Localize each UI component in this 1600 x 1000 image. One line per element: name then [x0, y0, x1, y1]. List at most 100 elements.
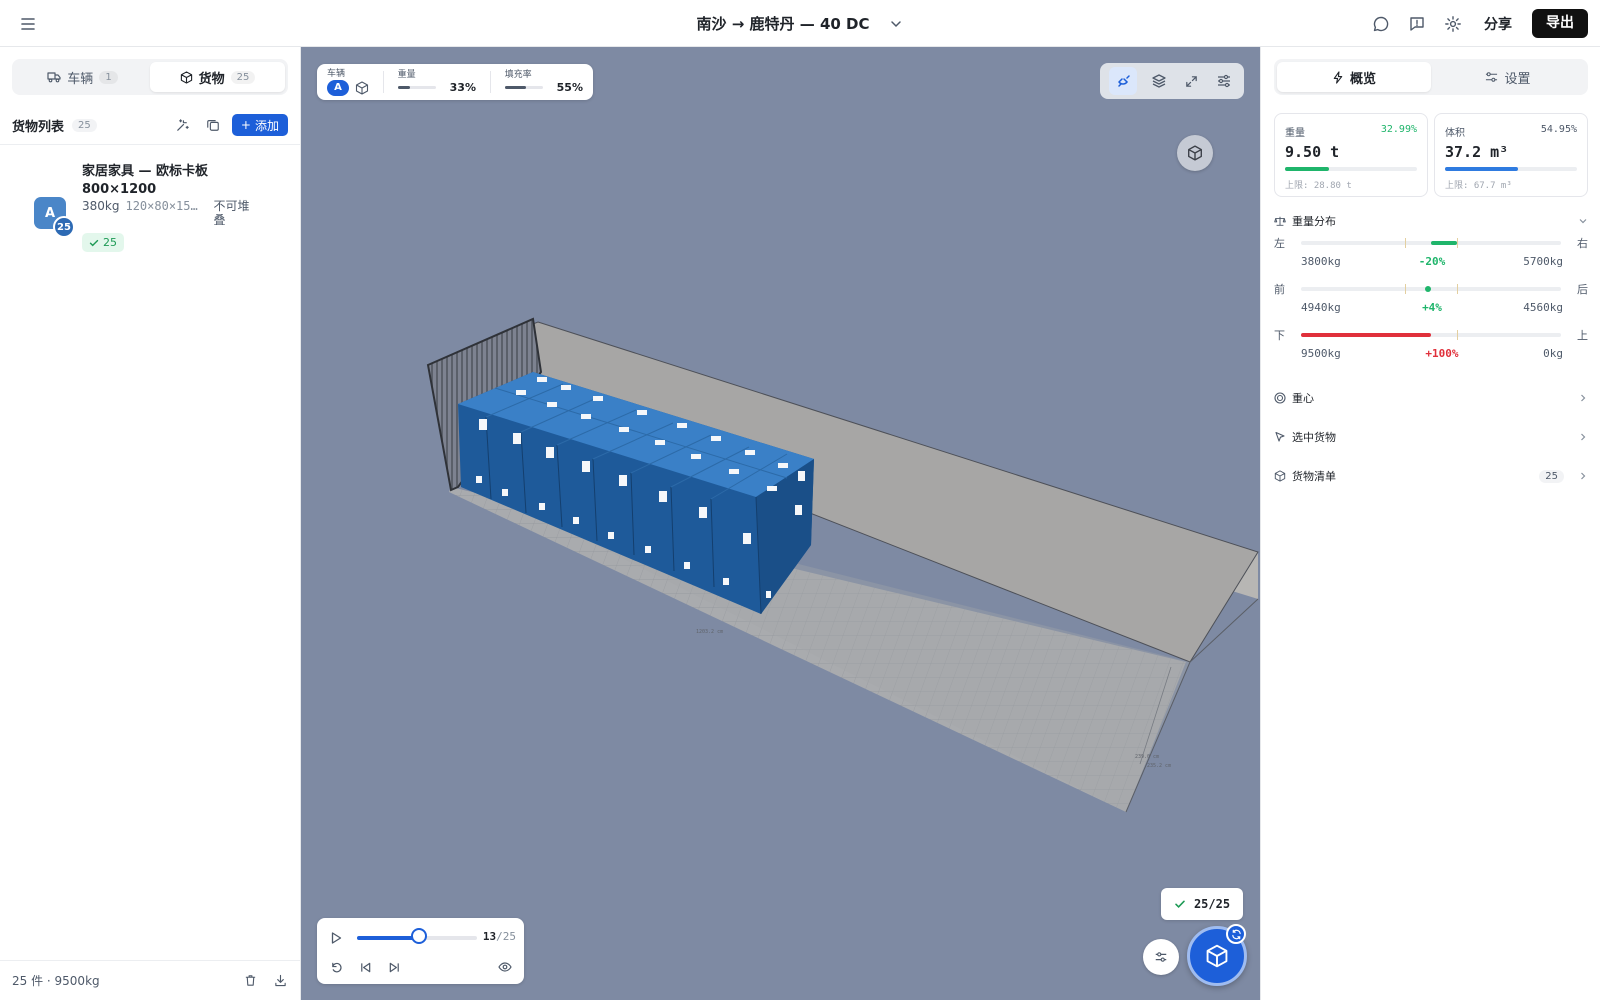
hud-weight-bar — [397, 86, 436, 89]
layers-icon[interactable] — [1148, 70, 1170, 92]
svg-text:239.0 cm: 239.0 cm — [1135, 754, 1159, 760]
slider-handle[interactable] — [411, 928, 428, 944]
tab-cargo[interactable]: 货物 25 — [150, 62, 285, 92]
view-cube-button[interactable] — [1177, 135, 1213, 171]
feedback-icon[interactable] — [1406, 13, 1428, 35]
left-panel: 车辆 1 货物 25 货物列表 25 + 添加 A 25 家居家具 — 欧标卡板… — [0, 47, 301, 1000]
divider — [0, 144, 300, 145]
cursor-icon — [1275, 431, 1285, 442]
tab-overview[interactable]: 概览 — [1277, 62, 1431, 92]
dist-track — [1301, 284, 1561, 294]
cargo-stacking: 不可堆叠 — [213, 199, 250, 227]
sliders-icon[interactable] — [1213, 70, 1235, 92]
tab-settings-label: 设置 — [1504, 71, 1531, 87]
chevron-down-icon[interactable] — [888, 16, 904, 32]
center-tick — [1405, 238, 1406, 248]
tab-cargo-count: 25 — [230, 70, 256, 84]
3d-viewport[interactable]: 1203.2 cm 239.0 cm 235.2 cm 车辆 A 重量 33% … — [301, 47, 1260, 1000]
dist-fill — [1431, 241, 1457, 245]
list-item[interactable]: A 25 家居家具 — 欧标卡板 800×1200 380kg 120×80×1… — [0, 155, 300, 255]
dist-left-value: 4940kg — [1301, 301, 1341, 314]
magic-sort-icon[interactable] — [172, 114, 194, 136]
add-cargo-button[interactable]: + 添加 — [231, 114, 288, 136]
svg-text:1203.2 cm: 1203.2 cm — [696, 629, 723, 635]
cargo-dimensions: 120×80×15… — [125, 199, 198, 213]
quantity-badge: 25 — [53, 216, 75, 238]
center-tick — [1457, 330, 1458, 340]
menu-icon[interactable] — [16, 12, 40, 36]
loaded-badge: 25 — [82, 233, 124, 252]
step-counter: 13/25 — [483, 930, 516, 943]
dist-right-label: 后 — [1577, 283, 1588, 296]
dist-right-label: 上 — [1577, 329, 1588, 342]
cargo-manifest-header[interactable]: 货物清单 25 — [1274, 466, 1588, 486]
sliders-icon — [1155, 952, 1167, 962]
hud-vehicle: 车辆 A — [327, 69, 369, 96]
sliders-icon — [1486, 72, 1498, 82]
eye-icon[interactable] — [494, 956, 516, 978]
cube-icon[interactable] — [355, 80, 369, 95]
project-title[interactable]: 南沙 → 鹿特丹 — 40 DC — [696, 13, 869, 34]
center-of-gravity-header[interactable]: 重心 — [1274, 388, 1588, 408]
dist-values: 9500kg +100% 0kg — [1301, 347, 1563, 360]
filter-button[interactable] — [1143, 939, 1179, 975]
weight-card: 重量 32.99% 9.50 t 上限: 28.80 t — [1274, 113, 1428, 197]
chevron-right-icon — [1581, 472, 1586, 480]
hud-divider — [490, 71, 491, 93]
refresh-icon[interactable] — [1226, 924, 1246, 944]
weight-card-bar — [1285, 167, 1417, 171]
left-tabs: 车辆 1 货物 25 — [12, 59, 288, 95]
loaded-count: 25 — [103, 236, 117, 249]
gear-icon[interactable] — [1442, 13, 1464, 35]
play-icon[interactable] — [325, 927, 347, 949]
dist-delta: -20% — [1418, 255, 1446, 268]
volume-card-bar — [1445, 167, 1577, 171]
top-actions: 分享 导出 — [1370, 9, 1588, 38]
truck-icon — [47, 72, 61, 83]
loaded-status: 25/25 — [1161, 888, 1243, 920]
tab-vehicles[interactable]: 车辆 1 — [15, 62, 150, 92]
download-icon[interactable] — [272, 973, 288, 989]
dist-right-value: 4560kg — [1523, 301, 1563, 314]
lightning-icon — [1333, 70, 1343, 84]
dist-values: 4940kg +4% 4560kg — [1301, 301, 1563, 314]
export-button[interactable]: 导出 — [1532, 9, 1588, 38]
vehicle-badge[interactable]: A — [327, 79, 349, 96]
share-button[interactable]: 分享 — [1478, 10, 1518, 38]
dist-marker — [1425, 286, 1431, 292]
reset-icon[interactable] — [325, 956, 347, 978]
center-of-gravity-label: 重心 — [1292, 392, 1314, 405]
trash-icon[interactable] — [242, 973, 258, 989]
cargo-list-count: 25 — [72, 118, 97, 132]
selected-cargo-header[interactable]: 选中货物 — [1274, 427, 1588, 447]
step-current: 13 — [482, 930, 497, 943]
center-tick — [1457, 238, 1458, 248]
distribution-row-bottom-top: 下 上 9500kg +100% 0kg — [1274, 327, 1588, 367]
hud-divider — [383, 71, 384, 93]
chevron-down-icon — [1579, 219, 1587, 224]
load-player: 13/25 — [317, 918, 524, 984]
dist-right-value: 5700kg — [1523, 255, 1563, 268]
chevron-right-icon — [1581, 433, 1586, 441]
expand-icon[interactable] — [1180, 70, 1202, 92]
step-total: /25 — [496, 930, 516, 943]
weight-distribution-header[interactable]: 重量分布 — [1274, 211, 1588, 231]
chat-icon[interactable] — [1370, 13, 1392, 35]
distribution-row-front-back: 前 后 4940kg +4% 4560kg — [1274, 281, 1588, 321]
hud-fill-label: 填充率 — [504, 70, 532, 80]
step-back-icon[interactable] — [354, 956, 376, 978]
selected-cargo-label: 选中货物 — [1292, 431, 1336, 444]
duplicate-icon[interactable] — [202, 114, 224, 136]
tab-vehicles-label: 车辆 — [67, 71, 94, 87]
cargo-manifest-label: 货物清单 — [1292, 470, 1336, 483]
right-panel: 概览 设置 重量 32.99% 9.50 t 上限: 28.80 t 体积 54… — [1260, 47, 1600, 1000]
magnet-icon[interactable] — [1109, 67, 1138, 95]
right-tabs: 概览 设置 — [1274, 59, 1588, 95]
package-icon — [180, 70, 192, 84]
distribution-row-left-right: 左 右 3800kg -20% 5700kg — [1274, 235, 1588, 275]
step-forward-icon[interactable] — [383, 956, 405, 978]
top-bar: 南沙 → 鹿特丹 — 40 DC 分享 导出 — [0, 0, 1600, 47]
target-icon — [1274, 392, 1286, 404]
cargo-list-header: 货物列表 25 + 添加 — [12, 112, 288, 138]
tab-settings[interactable]: 设置 — [1431, 62, 1585, 92]
